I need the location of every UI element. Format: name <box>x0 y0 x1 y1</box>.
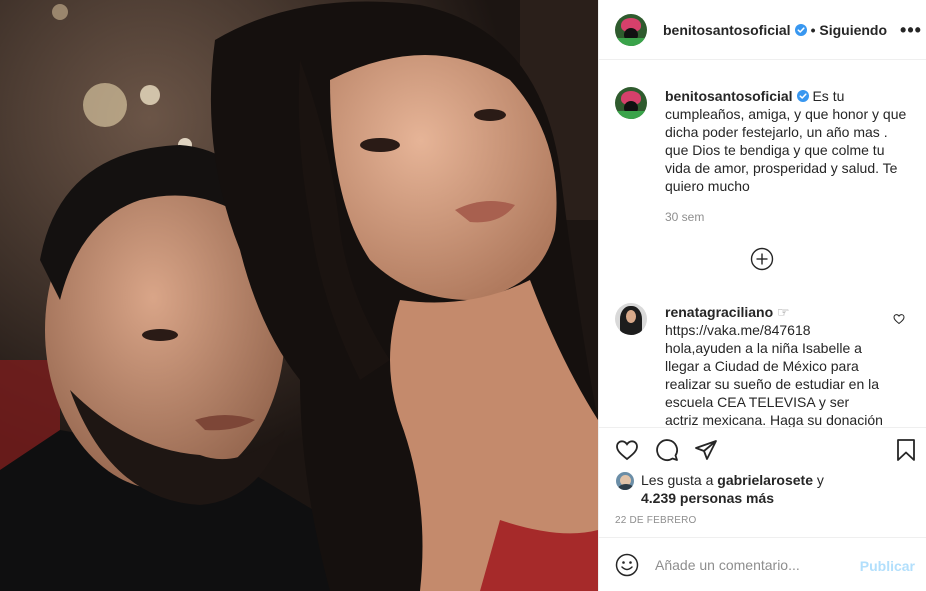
liker-avatar[interactable] <box>615 471 635 491</box>
comment-emoji: ☞ <box>777 304 790 320</box>
comment-item: renatagraciliano ☞ https://vaka.me/84761… <box>615 303 911 427</box>
likes-prefix: Les gusta a <box>641 472 714 488</box>
comment-text: renatagraciliano ☞ https://vaka.me/84761… <box>665 303 885 427</box>
comment-input[interactable] <box>655 556 855 573</box>
liker-username[interactable]: gabrielarosete <box>717 472 813 488</box>
comments-section: benitosantosoficial Es tu cumpleaños, am… <box>599 61 926 427</box>
comment-body: https://vaka.me/847618 hola,ayuden a la … <box>665 322 883 427</box>
verified-badge-icon <box>796 90 809 102</box>
likes-text: Les gusta a gabrielarosete y 4.239 perso… <box>641 471 915 507</box>
likes-conjunction: y <box>816 472 824 488</box>
verified-badge-icon <box>794 23 807 36</box>
author-avatar[interactable] <box>615 13 647 46</box>
post-actions-bar <box>599 427 926 471</box>
instagram-post: benitosantosoficial • Siguiendo ••• beni… <box>0 0 926 591</box>
plus-circle-icon[interactable] <box>750 247 774 271</box>
comment-icon[interactable] <box>655 438 679 462</box>
emoji-icon[interactable] <box>615 553 639 577</box>
publish-button[interactable]: Publicar <box>860 558 915 574</box>
photo-illustration <box>0 0 598 591</box>
paper-plane-icon[interactable] <box>694 438 718 462</box>
author-username[interactable]: benitosantosoficial <box>663 22 791 38</box>
caption-username[interactable]: benitosantosoficial <box>665 88 793 104</box>
post-photo[interactable] <box>0 0 598 591</box>
caption-text: benitosantosoficial Es tu cumpleaños, am… <box>665 87 911 195</box>
comment-like-icon[interactable] <box>893 313 905 325</box>
commenter-username[interactable]: renatagraciliano <box>665 304 773 320</box>
heart-icon[interactable] <box>615 438 639 462</box>
more-options-icon[interactable]: ••• <box>900 20 921 40</box>
bookmark-icon[interactable] <box>894 438 918 462</box>
add-comment-bar: Publicar <box>599 537 926 591</box>
likes-summary: Les gusta a gabrielarosete y 4.239 perso… <box>615 471 915 511</box>
caption-time[interactable]: 30 sem <box>665 210 911 224</box>
caption-author-avatar[interactable] <box>615 87 647 119</box>
likes-count[interactable]: 4.239 personas más <box>641 490 774 506</box>
post-header: benitosantosoficial • Siguiendo ••• <box>599 0 926 60</box>
post-caption: benitosantosoficial Es tu cumpleaños, am… <box>615 87 911 224</box>
follow-status[interactable]: • Siguiendo <box>811 22 887 38</box>
post-date[interactable]: 22 DE FEBRERO <box>615 515 697 526</box>
commenter-avatar[interactable] <box>615 303 647 335</box>
post-side-panel: benitosantosoficial • Siguiendo ••• beni… <box>598 0 926 591</box>
